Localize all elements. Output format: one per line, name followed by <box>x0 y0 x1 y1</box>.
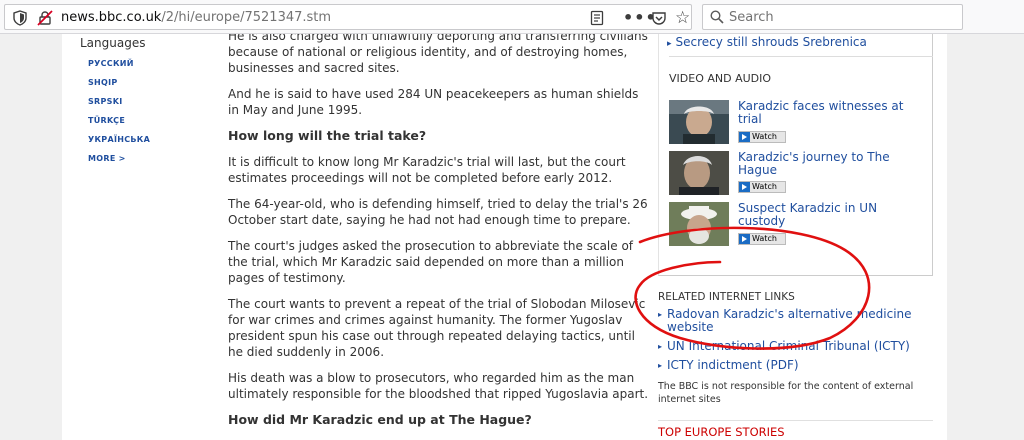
article-body: He is also charged with unlawfully depor… <box>228 34 652 438</box>
page-content: Languages РУССКИЙ SHQIP SRPSKI TÜRKÇE УК… <box>62 34 947 440</box>
watch-label: Watch <box>752 234 777 243</box>
play-icon <box>739 182 750 192</box>
language-link-russian[interactable]: РУССКИЙ <box>88 54 150 73</box>
play-icon <box>739 234 750 244</box>
video-item[interactable]: Karadzic's journey to The Hague Watch <box>669 151 929 197</box>
article-paragraph: It is difficult to know long Mr Karadzic… <box>228 155 626 185</box>
bookmark-star-icon[interactable]: ☆ <box>675 8 690 28</box>
related-story-link[interactable]: ▸ Secrecy still shrouds Srebrenica <box>667 35 867 49</box>
related-link-label: Radovan Karadzic's alternative medicine … <box>667 307 912 334</box>
bullet-icon: ▸ <box>658 361 663 370</box>
watch-button[interactable]: Watch <box>738 233 786 245</box>
article-paragraph: He is also charged with unlawfully depor… <box>228 34 648 75</box>
tracking-shield-icon[interactable] <box>13 10 27 26</box>
watch-label: Watch <box>752 182 777 191</box>
related-link[interactable]: ▸ ICTY indictment (PDF) <box>658 359 920 372</box>
video-thumbnail[interactable] <box>669 202 729 246</box>
watch-label: Watch <box>752 132 777 141</box>
see-also-box: ▸ Secrecy still shrouds Srebrenica VIDEO … <box>658 34 933 276</box>
video-item[interactable]: Karadzic faces witnesses at trial Watch <box>669 100 929 146</box>
video-thumbnail-image <box>669 202 729 246</box>
video-audio-heading: VIDEO AND AUDIO <box>669 72 772 85</box>
language-link-ukrainian[interactable]: УКРАЇНСЬКА <box>88 130 150 149</box>
reader-view-icon[interactable] <box>589 10 605 26</box>
divider <box>658 420 933 421</box>
article-paragraph: And he is said to have used 284 UN peace… <box>228 87 639 117</box>
search-icon <box>710 10 724 24</box>
pocket-icon[interactable] <box>651 10 667 26</box>
language-list: РУССКИЙ SHQIP SRPSKI TÜRKÇE УКРАЇНСЬКА M… <box>80 54 150 168</box>
video-title[interactable]: Suspect Karadzic in UN custody <box>738 202 918 228</box>
languages-panel: Languages РУССКИЙ SHQIP SRPSKI TÜRKÇE УК… <box>80 36 150 168</box>
related-link-label: ICTY indictment (PDF) <box>667 358 799 372</box>
related-link[interactable]: ▸ UN International Criminal Tribunal (ICT… <box>658 340 920 353</box>
language-more-link[interactable]: MORE > <box>88 149 150 168</box>
video-title[interactable]: Karadzic faces witnesses at trial <box>738 100 918 126</box>
video-item[interactable]: Suspect Karadzic in UN custody Watch <box>669 202 929 248</box>
divider <box>669 56 933 57</box>
search-bar[interactable] <box>702 4 963 30</box>
article-paragraph: His death was a blow to prosecutors, who… <box>228 371 649 401</box>
url-bar[interactable]: news.bbc.co.uk/2/hi/europe/7521347.stm •… <box>4 4 692 30</box>
insecure-connection-icon[interactable] <box>37 10 53 26</box>
search-input[interactable] <box>729 9 949 25</box>
url-host: news.bbc.co.uk <box>61 10 162 25</box>
languages-heading: Languages <box>80 36 146 50</box>
article-paragraph: The court's judges asked the prosecution… <box>228 239 634 285</box>
play-icon <box>739 132 750 142</box>
watch-button[interactable]: Watch <box>738 131 786 143</box>
video-title[interactable]: Karadzic's journey to The Hague <box>738 151 918 177</box>
video-thumbnail[interactable] <box>669 100 729 144</box>
related-link[interactable]: ▸ Radovan Karadzic's alternative medicine… <box>658 308 920 334</box>
url-path: /2/hi/europe/7521347.stm <box>161 10 332 25</box>
watch-button[interactable]: Watch <box>738 181 786 193</box>
external-links-disclaimer: The BBC is not responsible for the conte… <box>658 381 914 405</box>
article-subheading: How did Mr Karadzic end up at The Hague? <box>228 412 532 427</box>
article-paragraph: The court wants to prevent a repeat of t… <box>228 297 646 359</box>
language-link-turkish[interactable]: TÜRKÇE <box>88 111 150 130</box>
bullet-icon: ▸ <box>658 342 663 351</box>
article-subheading: How long will the trial take? <box>228 128 427 143</box>
related-link-label: UN International Criminal Tribunal (ICTY… <box>667 339 910 353</box>
video-thumbnail-image <box>669 151 729 195</box>
bullet-icon: ▸ <box>667 39 672 49</box>
bullet-icon: ▸ <box>658 310 663 319</box>
browser-toolbar: news.bbc.co.uk/2/hi/europe/7521347.stm •… <box>0 0 1024 34</box>
language-link-albanian[interactable]: SHQIP <box>88 73 150 92</box>
article-paragraph: The 64-year-old, who is defending himsel… <box>228 197 648 227</box>
url-text[interactable]: news.bbc.co.uk/2/hi/europe/7521347.stm <box>61 10 331 25</box>
video-thumbnail-image <box>669 100 729 144</box>
related-story-label: Secrecy still shrouds Srebrenica <box>675 35 867 49</box>
video-thumbnail[interactable] <box>669 151 729 195</box>
related-links-heading: RELATED INTERNET LINKS <box>658 291 795 303</box>
top-stories-heading[interactable]: TOP EUROPE STORIES <box>658 425 785 439</box>
language-link-serbian[interactable]: SRPSKI <box>88 92 150 111</box>
